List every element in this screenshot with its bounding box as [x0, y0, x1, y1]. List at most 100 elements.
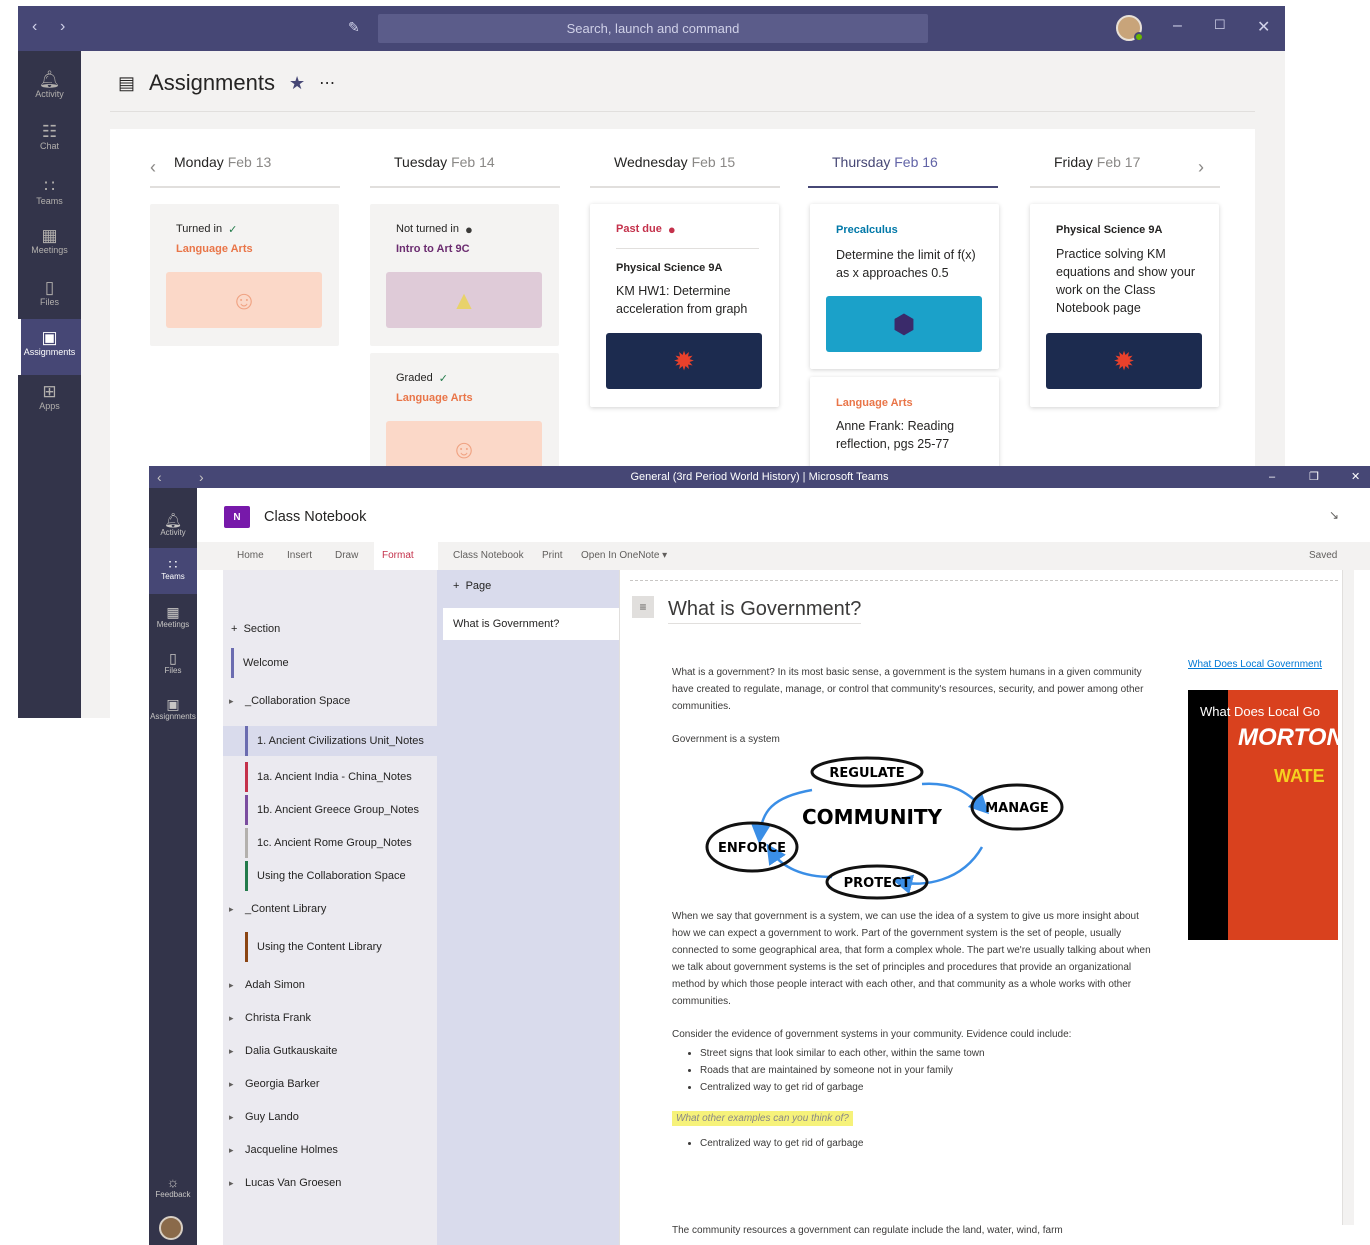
more-options-icon[interactable]: ⋯	[319, 73, 336, 93]
section-group[interactable]: ▸ Jacqueline Holmes	[223, 1135, 437, 1165]
embedded-video[interactable]: What Does Local Go MORTON WATE	[1188, 690, 1338, 940]
section-item[interactable]: Welcome	[223, 648, 437, 678]
tab-format[interactable]: Format	[374, 542, 438, 570]
rail-activity[interactable]: 🔔︎ Activity	[149, 504, 197, 550]
section-group[interactable]: ▸ Christa Frank	[223, 1003, 437, 1033]
section-color-bar	[245, 828, 248, 858]
rail-assignments[interactable]: ▣ Assignments	[18, 319, 81, 375]
close-icon[interactable]: ✕	[1351, 466, 1360, 488]
saved-status: Saved	[1309, 550, 1338, 561]
expand-arrow-icon[interactable]: ▸	[229, 686, 234, 716]
government-system-sketch: REGULATE COMMUNITY MANAGE ENFORCE PROTEC…	[705, 756, 1064, 900]
navigation-toggle-icon[interactable]: ≡	[632, 596, 654, 618]
assignment-card[interactable]: Past due ● Physical Science 9A KM HW1: De…	[590, 204, 779, 407]
expand-arrow-icon[interactable]: ▸	[229, 894, 234, 924]
section-item[interactable]: 1b. Ancient Greece Group_Notes	[223, 795, 437, 825]
expand-arrow-icon[interactable]: ▸	[229, 1069, 234, 1099]
section-group[interactable]: ▸ _Content Library	[223, 894, 437, 924]
restore-icon[interactable]: ❐	[1309, 466, 1319, 488]
expand-arrow-icon[interactable]: ▸	[229, 1168, 234, 1198]
rail-files[interactable]: ▯ Files	[18, 269, 81, 321]
section-item[interactable]: 1c. Ancient Rome Group_Notes	[223, 828, 437, 858]
section-color-bar	[231, 648, 234, 678]
assignment-card[interactable]: Language Arts Anne Frank: Reading reflec…	[810, 377, 999, 477]
page-item[interactable]: What is Government?	[443, 608, 619, 640]
rail-meetings[interactable]: ▦ Meetings	[149, 596, 197, 642]
back-arrow-icon[interactable]: ‹	[157, 466, 162, 488]
section-group[interactable]: ▸ Georgia Barker	[223, 1069, 437, 1099]
day-header-monday[interactable]: Monday Feb 13	[150, 154, 340, 188]
compose-icon[interactable]: ✎	[348, 19, 360, 36]
lightbulb-icon: ☼	[166, 1174, 180, 1190]
forward-arrow-icon[interactable]: ›	[199, 466, 204, 488]
back-arrow-icon[interactable]: ‹	[32, 18, 37, 36]
evidence-list: Street signs that look similar to each o…	[700, 1045, 1152, 1096]
tab-draw[interactable]: Draw	[327, 542, 366, 570]
section-item[interactable]: 1. Ancient Civilizations Unit_Notes	[223, 726, 437, 756]
rail-files[interactable]: ▯ Files	[149, 642, 197, 688]
day-header-wednesday[interactable]: Wednesday Feb 15	[590, 154, 780, 188]
section-group[interactable]: ▸ Adah Simon	[223, 970, 437, 1000]
window-title: General (3rd Period World History) | Mic…	[630, 471, 889, 483]
title-bar: ‹ › ✎ Search, launch and command – ☐ ✕	[18, 6, 1285, 51]
rail-apps[interactable]: ⊞ Apps	[18, 373, 81, 425]
rail-feedback[interactable]: ☼ Feedback	[149, 1166, 197, 1212]
bell-icon: 🔔︎	[38, 70, 61, 89]
highlighted-question: What other examples can you think of?	[672, 1111, 853, 1126]
expand-arrow-icon[interactable]: ▸	[229, 1003, 234, 1033]
assignment-card[interactable]: Turned in ✓ Language Arts ☺	[150, 204, 339, 346]
assignment-card[interactable]: Graded ✓ Language Arts ☺	[370, 353, 559, 483]
rail-chat[interactable]: ☷ Chat	[18, 113, 81, 165]
expand-arrow-icon[interactable]: ▸	[229, 970, 234, 1000]
tab-home[interactable]: Home	[229, 542, 272, 570]
close-icon[interactable]: ✕	[1257, 17, 1270, 37]
section-group[interactable]: ▸ Dalia Gutkauskaite	[223, 1036, 437, 1066]
tab-open-in-onenote[interactable]: Open In OneNote ▾	[573, 542, 675, 570]
maximize-icon[interactable]: ☐	[1214, 17, 1226, 33]
tab-class-notebook[interactable]: Class Notebook	[445, 542, 532, 570]
note-title[interactable]: What is Government?	[668, 598, 862, 624]
minimize-icon[interactable]: –	[1173, 17, 1182, 35]
assignments-icon: ▣	[166, 696, 180, 712]
rail-assignments[interactable]: ▣ Assignments	[149, 688, 197, 734]
assignment-card[interactable]: Physical Science 9A Practice solving KM …	[1030, 204, 1219, 407]
video-link[interactable]: What Does Local Government	[1188, 659, 1322, 670]
expand-arrow-icon[interactable]: ▸	[229, 1036, 234, 1066]
info-icon: ●	[464, 221, 473, 237]
calendar-icon: ▦	[166, 604, 180, 620]
section-label: Dalia Gutkauskaite	[245, 1045, 338, 1057]
add-section-button[interactable]: + Section	[223, 614, 437, 644]
section-label: Lucas Van Groesen	[245, 1177, 342, 1189]
rail-meetings[interactable]: ▦ Meetings	[18, 217, 81, 269]
section-group[interactable]: ▸ _Collaboration Space	[223, 686, 437, 716]
scrollbar[interactable]	[1342, 570, 1354, 1225]
section-item[interactable]: Using the Content Library	[223, 932, 437, 962]
add-page-button[interactable]: + Page	[453, 580, 491, 592]
alert-icon: ●	[667, 221, 676, 237]
assignment-card[interactable]: Not turned in ● Intro to Art 9C ▲	[370, 204, 559, 346]
expand-arrow-icon[interactable]: ▸	[229, 1102, 234, 1132]
section-group[interactable]: ▸ Guy Lando	[223, 1102, 437, 1132]
forward-arrow-icon[interactable]: ›	[60, 18, 65, 36]
star-icon[interactable]: ★	[289, 73, 305, 94]
note-content[interactable]: What is a government? In its most basic …	[672, 664, 1152, 1245]
rail-teams[interactable]: ∷ Teams	[149, 548, 197, 594]
tab-insert[interactable]: Insert	[279, 542, 320, 570]
section-item[interactable]: 1a. Ancient India - China_Notes	[223, 762, 437, 792]
assignment-card[interactable]: Precalculus Determine the limit of f(x) …	[810, 204, 999, 369]
minimize-icon[interactable]: –	[1269, 466, 1275, 488]
rail-activity[interactable]: 🔔︎ Activity	[18, 61, 81, 113]
day-header-tuesday[interactable]: Tuesday Feb 14	[370, 154, 560, 188]
tab-print[interactable]: Print	[534, 542, 571, 570]
rail-teams[interactable]: ∷ Teams	[18, 168, 81, 220]
expand-arrow-icon[interactable]: ▸	[229, 1135, 234, 1165]
section-item[interactable]: Using the Collaboration Space	[223, 861, 437, 891]
siren-thumbnail: ✹	[606, 333, 762, 389]
day-header-friday[interactable]: Friday Feb 17	[1030, 154, 1220, 188]
day-header-thursday[interactable]: Thursday Feb 16	[808, 154, 998, 188]
geometry-thumbnail: ⬢	[826, 296, 982, 352]
section-group[interactable]: ▸ Lucas Van Groesen	[223, 1168, 437, 1198]
avatar[interactable]	[159, 1216, 183, 1240]
search-box[interactable]: Search, launch and command	[378, 14, 928, 43]
collapse-icon[interactable]: ↘	[1329, 508, 1339, 522]
